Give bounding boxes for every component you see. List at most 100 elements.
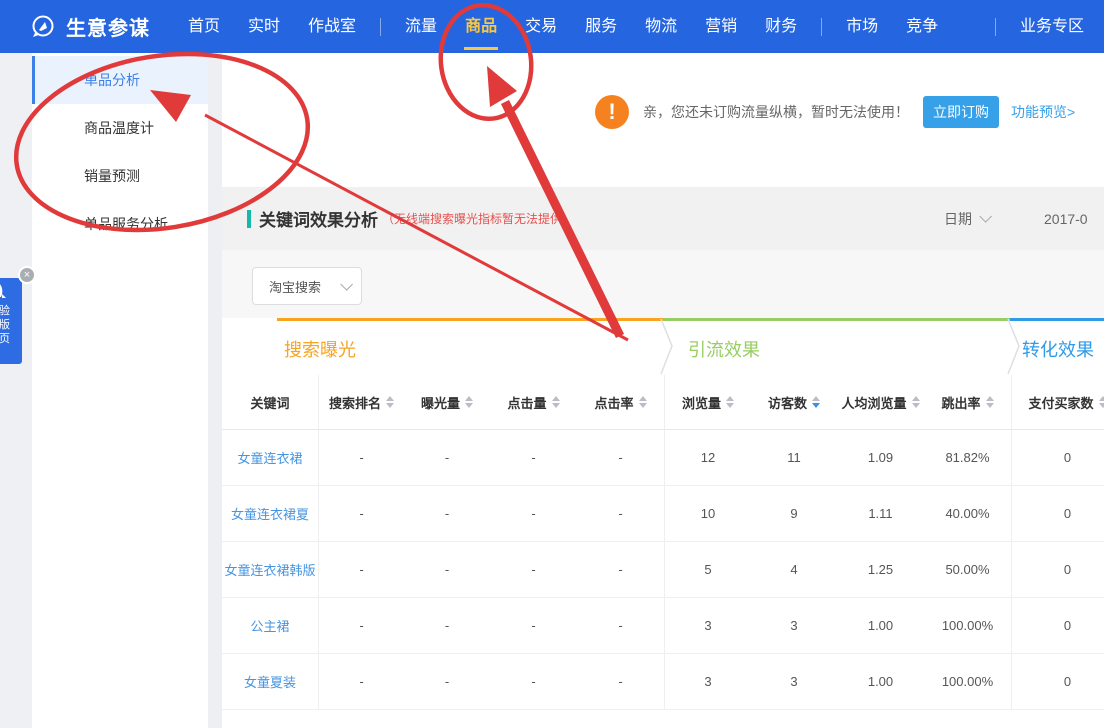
title-accent-bar <box>247 210 251 228</box>
value-cell: 50.00% <box>924 542 1011 597</box>
nav-item-service[interactable]: 服务 <box>571 0 631 53</box>
value-cell: - <box>404 430 490 485</box>
value-cell: - <box>577 654 664 709</box>
date-filter-label[interactable]: 日期 <box>944 209 972 229</box>
value-cell: 3 <box>751 654 837 709</box>
value-cell: 11 <box>751 430 837 485</box>
value-cell: 1.25 <box>837 542 924 597</box>
top-navbar: 生意参谋 首页 实时 作战室 流量 商品 交易 服务 物流 营销 财务 市场 竞… <box>0 0 1104 53</box>
value-cell: 3 <box>751 598 837 653</box>
value-cell: - <box>404 542 490 597</box>
group-label-conversion-effect: 转化效果 <box>1022 336 1094 362</box>
sidebar-item-sales-forecast[interactable]: 销量预测 <box>32 152 208 200</box>
brand-name: 生意参谋 <box>66 12 150 41</box>
value-cell: - <box>318 542 404 597</box>
sort-icon[interactable] <box>986 396 994 408</box>
table-row: 女童连衣裙韩版----541.2550.00%0 <box>222 542 1104 598</box>
sort-icon[interactable] <box>386 396 394 408</box>
column-header-search-rank: 搜索排名 <box>318 375 404 429</box>
sort-icon-active-desc[interactable] <box>812 396 820 408</box>
sidebar-item-goods-thermometer[interactable]: 商品温度计 <box>32 104 208 152</box>
value-cell: 1.00 <box>837 654 924 709</box>
section-title: 关键词效果分析 <box>259 206 378 231</box>
order-now-button[interactable]: 立即订购 <box>923 96 999 128</box>
date-value: 2017-0 <box>1044 211 1104 227</box>
chevron-down-icon <box>340 278 353 291</box>
nav-item-goods[interactable]: 商品 <box>451 0 511 53</box>
page: 生意参谋 首页 实时 作战室 流量 商品 交易 服务 物流 营销 财务 市场 竞… <box>0 0 1104 728</box>
sidebar-item-single-item-service-analysis[interactable]: 单品服务分析 <box>32 200 208 248</box>
value-cell: - <box>318 430 404 485</box>
value-cell: 0 <box>1011 654 1104 709</box>
nav-item-realtime[interactable]: 实时 <box>234 0 294 53</box>
value-cell: - <box>490 654 577 709</box>
sort-icon[interactable] <box>465 396 473 408</box>
nav-item-home[interactable]: 首页 <box>174 0 234 53</box>
keyword-link[interactable]: 女童连衣裙夏 <box>222 486 318 541</box>
value-cell: - <box>490 430 577 485</box>
nav-item-marketing[interactable]: 营销 <box>691 0 751 53</box>
nav-item-market[interactable]: 市场 <box>832 0 892 53</box>
value-cell: - <box>577 542 664 597</box>
value-cell: 5 <box>664 542 751 597</box>
new-version-promo-widget[interactable]: 体验 新版 首页 <box>0 278 22 364</box>
nav-item-traffic[interactable]: 流量 <box>391 0 451 53</box>
nav-item-logistics[interactable]: 物流 <box>631 0 691 53</box>
nav-item-trade[interactable]: 交易 <box>511 0 571 53</box>
subscription-notice: ! 亲，您还未订购流量纵横，暂时无法使用！ 立即订购 功能预览> <box>595 95 1075 129</box>
keyword-link[interactable]: 公主裙 <box>222 598 318 653</box>
feature-preview-link[interactable]: 功能预览> <box>1011 102 1075 122</box>
value-cell: 40.00% <box>924 486 1011 541</box>
channel-select[interactable]: 淘宝搜索 <box>252 267 362 305</box>
value-cell: - <box>318 654 404 709</box>
column-header-bounce-rate: 跳出率 <box>924 375 1011 429</box>
compass-logo-icon <box>30 14 56 40</box>
value-cell: 0 <box>1011 598 1104 653</box>
group-separator-chevron <box>659 318 675 375</box>
sort-icon[interactable] <box>1099 396 1104 408</box>
left-gutter <box>0 53 32 728</box>
sort-icon[interactable] <box>639 396 647 408</box>
sort-icon[interactable] <box>552 396 560 408</box>
value-cell: 1.00 <box>837 598 924 653</box>
sidebar-item-single-item-analysis[interactable]: 单品分析 <box>32 56 208 104</box>
table-row: 女童连衣裙----12111.0981.82%0 <box>222 430 1104 486</box>
value-cell: - <box>404 654 490 709</box>
value-cell: 9 <box>751 486 837 541</box>
value-cell: - <box>404 486 490 541</box>
value-cell: 1.09 <box>837 430 924 485</box>
table-row: 女童连衣裙夏----1091.1140.00%0 <box>222 486 1104 542</box>
nav-item-finance[interactable]: 财务 <box>751 0 811 53</box>
value-cell: 0 <box>1011 430 1104 485</box>
value-cell: 4 <box>751 542 837 597</box>
nav-divider <box>380 18 381 36</box>
value-cell: - <box>490 542 577 597</box>
notice-text: 亲，您还未订购流量纵横，暂时无法使用！ <box>643 102 909 122</box>
sidebar: 单品分析 商品温度计 销量预测 单品服务分析 <box>32 53 208 728</box>
nav-item-business-zone[interactable]: 业务专区 <box>1006 0 1098 53</box>
value-cell: 10 <box>664 486 751 541</box>
value-cell: 12 <box>664 430 751 485</box>
column-header-pageviews: 浏览量 <box>664 375 751 429</box>
keyword-link[interactable]: 女童连衣裙 <box>222 430 318 485</box>
promo-close-icon[interactable]: × <box>18 266 36 284</box>
value-cell: 0 <box>1011 542 1104 597</box>
table-row: 公主裙----331.00100.00%0 <box>222 598 1104 654</box>
value-cell: 3 <box>664 654 751 709</box>
column-header-visitors: 访客数 <box>751 375 837 429</box>
table-group-header: 搜索曝光 引流效果 转化效果 <box>222 318 1104 375</box>
sort-icon[interactable] <box>726 396 734 408</box>
value-cell: - <box>318 598 404 653</box>
keyword-link[interactable]: 女童连衣裙韩版 <box>222 542 318 597</box>
section-note: （无线端搜索曝光指标暂无法提供） <box>382 210 574 227</box>
keyword-link[interactable]: 女童夏装 <box>222 654 318 709</box>
value-cell: - <box>318 486 404 541</box>
sort-icon[interactable] <box>912 396 920 408</box>
table-column-header-row: 关键词 搜索排名 曝光量 点击量 点击率 浏览量 访客数 <box>222 375 1104 430</box>
nav-item-competition[interactable]: 竞争 <box>892 0 952 53</box>
promo-label: 体验 新版 首页 <box>0 304 11 346</box>
brand[interactable]: 生意参谋 <box>30 12 150 41</box>
column-header-ctr: 点击率 <box>577 375 664 429</box>
nav-item-warroom[interactable]: 作战室 <box>294 0 370 53</box>
value-cell: 3 <box>664 598 751 653</box>
